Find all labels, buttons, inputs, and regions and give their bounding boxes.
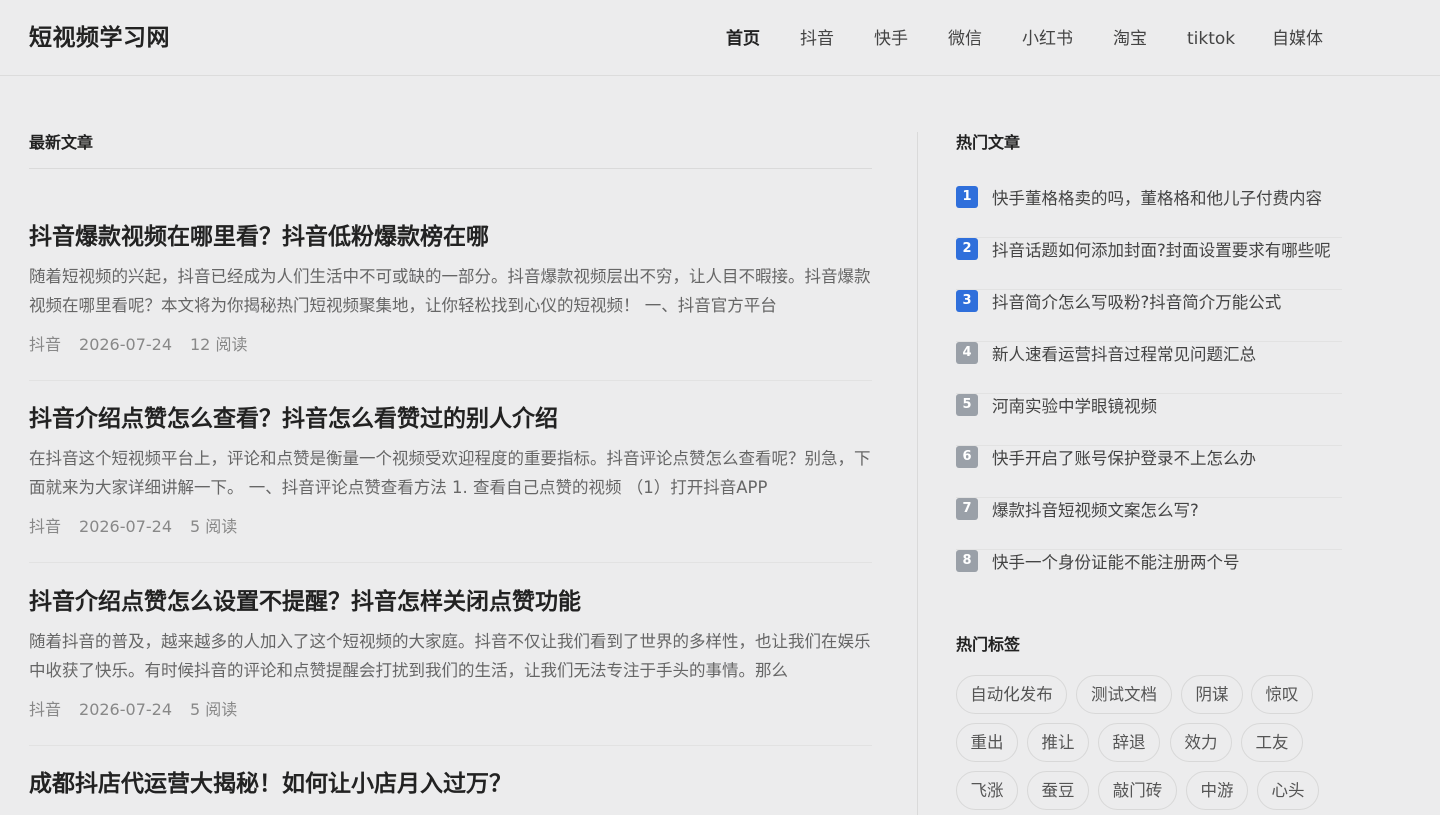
site-logo[interactable]: 短视频学习网	[29, 22, 170, 54]
article-excerpt: 随着抖音的普及，越来越多的人加入了这个短视频的大家庭。抖音不仅让我们看到了世界的…	[29, 632, 871, 680]
article-category[interactable]: 抖音	[29, 335, 61, 354]
rank-badge: 5	[956, 394, 978, 416]
article-meta: 抖音 2026-07-24 5 阅读	[29, 516, 872, 538]
article-card: 抖音爆款视频在哪里看？抖音低粉爆款榜在哪 随着短视频的兴起，抖音已经成为人们生活…	[29, 221, 872, 356]
nav-tiktok[interactable]: tiktok	[1187, 26, 1235, 52]
hot-article-link[interactable]: 河南实验中学眼镜视频	[992, 395, 1157, 419]
article-meta: 抖音 2026-07-24 12 阅读	[29, 334, 872, 356]
nav-douyin[interactable]: 抖音	[800, 26, 834, 52]
article-date: 2026-07-24	[79, 335, 172, 354]
tag-chip[interactable]: 工友	[1241, 723, 1303, 762]
rank-badge: 7	[956, 498, 978, 520]
article-title[interactable]: 抖音介绍点赞怎么查看？抖音怎么看赞过的别人介绍	[29, 403, 872, 435]
tag-chip[interactable]: 阴谋	[1181, 675, 1243, 714]
hot-article-item[interactable]: 7 爆款抖音短视频文案怎么写?	[956, 498, 1342, 550]
section-divider	[29, 168, 872, 169]
nav-taobao[interactable]: 淘宝	[1113, 26, 1147, 52]
article-meta: 抖音 2026-07-24 5 阅读	[29, 699, 872, 721]
article-title[interactable]: 成都抖店代运营大揭秘！如何让小店月入过万？	[29, 768, 872, 800]
tag-chip[interactable]: 效力	[1170, 723, 1232, 762]
rank-badge: 6	[956, 446, 978, 468]
tag-chip[interactable]: 惊叹	[1251, 675, 1313, 714]
hot-article-link[interactable]: 快手董格格卖的吗，董格格和他儿子付费内容	[992, 187, 1322, 211]
nav-home[interactable]: 首页	[726, 26, 760, 52]
hot-article-item[interactable]: 8 快手一个身份证能不能注册两个号	[956, 550, 1342, 602]
article-category[interactable]: 抖音	[29, 517, 61, 536]
article-date: 2026-07-24	[79, 700, 172, 719]
hot-article-item[interactable]: 5 河南实验中学眼镜视频	[956, 394, 1342, 446]
hot-tags-title: 热门标签	[956, 635, 1021, 654]
article-reads: 12 阅读	[190, 335, 248, 354]
rank-badge: 3	[956, 290, 978, 312]
article-card: 抖音介绍点赞怎么查看？抖音怎么看赞过的别人介绍 在抖音这个短视频平台上，评论和点…	[29, 403, 872, 538]
article-separator	[29, 380, 872, 381]
nav-kuaishou[interactable]: 快手	[874, 26, 908, 52]
tag-chip[interactable]: 心头	[1257, 771, 1319, 810]
tag-chip[interactable]: 中游	[1186, 771, 1248, 810]
hot-article-link[interactable]: 抖音话题如何添加封面?封面设置要求有哪些呢	[992, 239, 1331, 263]
nav-zimeiti[interactable]: 自媒体	[1272, 26, 1323, 52]
hot-article-link[interactable]: 爆款抖音短视频文案怎么写?	[992, 499, 1199, 523]
rank-badge: 1	[956, 186, 978, 208]
rank-badge: 2	[956, 238, 978, 260]
article-reads: 5 阅读	[190, 700, 238, 719]
rank-badge: 8	[956, 550, 978, 572]
article-title[interactable]: 抖音介绍点赞怎么设置不提醒？抖音怎样关闭点赞功能	[29, 586, 872, 618]
rank-badge: 4	[956, 342, 978, 364]
hot-articles-title: 热门文章	[956, 133, 1021, 152]
hot-article-item[interactable]: 3 抖音简介怎么写吸粉?抖音简介万能公式	[956, 290, 1342, 342]
hot-article-link[interactable]: 快手一个身份证能不能注册两个号	[992, 551, 1240, 575]
site-header: 短视频学习网 首页 抖音 快手 微信 小红书 淘宝 tiktok 自媒体	[0, 0, 1440, 76]
article-excerpt: 随着短视频的兴起，抖音已经成为人们生活中不可或缺的一部分。抖音爆款视频层出不穷，…	[29, 267, 871, 315]
tag-chip[interactable]: 蚕豆	[1027, 771, 1089, 810]
article-separator	[29, 562, 872, 563]
hot-article-item[interactable]: 4 新人速看运营抖音过程常见问题汇总	[956, 342, 1342, 394]
hot-article-link[interactable]: 快手开启了账号保护登录不上怎么办	[992, 447, 1256, 471]
nav-xiaohongshu[interactable]: 小红书	[1022, 26, 1073, 52]
article-card: 抖音介绍点赞怎么设置不提醒？抖音怎样关闭点赞功能 随着抖音的普及，越来越多的人加…	[29, 586, 872, 721]
tag-chip[interactable]: 敲门砖	[1098, 771, 1177, 810]
hot-article-item[interactable]: 1 快手董格格卖的吗，董格格和他儿子付费内容	[956, 186, 1342, 238]
article-reads: 5 阅读	[190, 517, 238, 536]
tag-chip[interactable]: 推让	[1027, 723, 1089, 762]
article-card: 成都抖店代运营大揭秘！如何让小店月入过万？	[29, 768, 872, 815]
hot-article-item[interactable]: 6 快手开启了账号保护登录不上怎么办	[956, 446, 1342, 498]
hot-article-link[interactable]: 新人速看运营抖音过程常见问题汇总	[992, 343, 1256, 367]
article-category[interactable]: 抖音	[29, 700, 61, 719]
tag-chip[interactable]: 测试文档	[1076, 675, 1172, 714]
article-date: 2026-07-24	[79, 517, 172, 536]
hot-article-link[interactable]: 抖音简介怎么写吸粉?抖音简介万能公式	[992, 291, 1281, 315]
tag-chip[interactable]: 辞退	[1098, 723, 1160, 762]
article-excerpt: 在抖音这个短视频平台上，评论和点赞是衡量一个视频受欢迎程度的重要指标。抖音评论点…	[29, 449, 871, 497]
article-separator	[29, 745, 872, 746]
article-title[interactable]: 抖音爆款视频在哪里看？抖音低粉爆款榜在哪	[29, 221, 872, 253]
tag-chip[interactable]: 飞涨	[956, 771, 1018, 810]
hot-article-item[interactable]: 2 抖音话题如何添加封面?封面设置要求有哪些呢	[956, 238, 1342, 290]
tag-chip[interactable]: 自动化发布	[956, 675, 1067, 714]
column-divider	[917, 132, 918, 815]
nav-weixin[interactable]: 微信	[948, 26, 982, 52]
tag-chip[interactable]: 重出	[956, 723, 1018, 762]
latest-articles-title: 最新文章	[29, 133, 94, 152]
